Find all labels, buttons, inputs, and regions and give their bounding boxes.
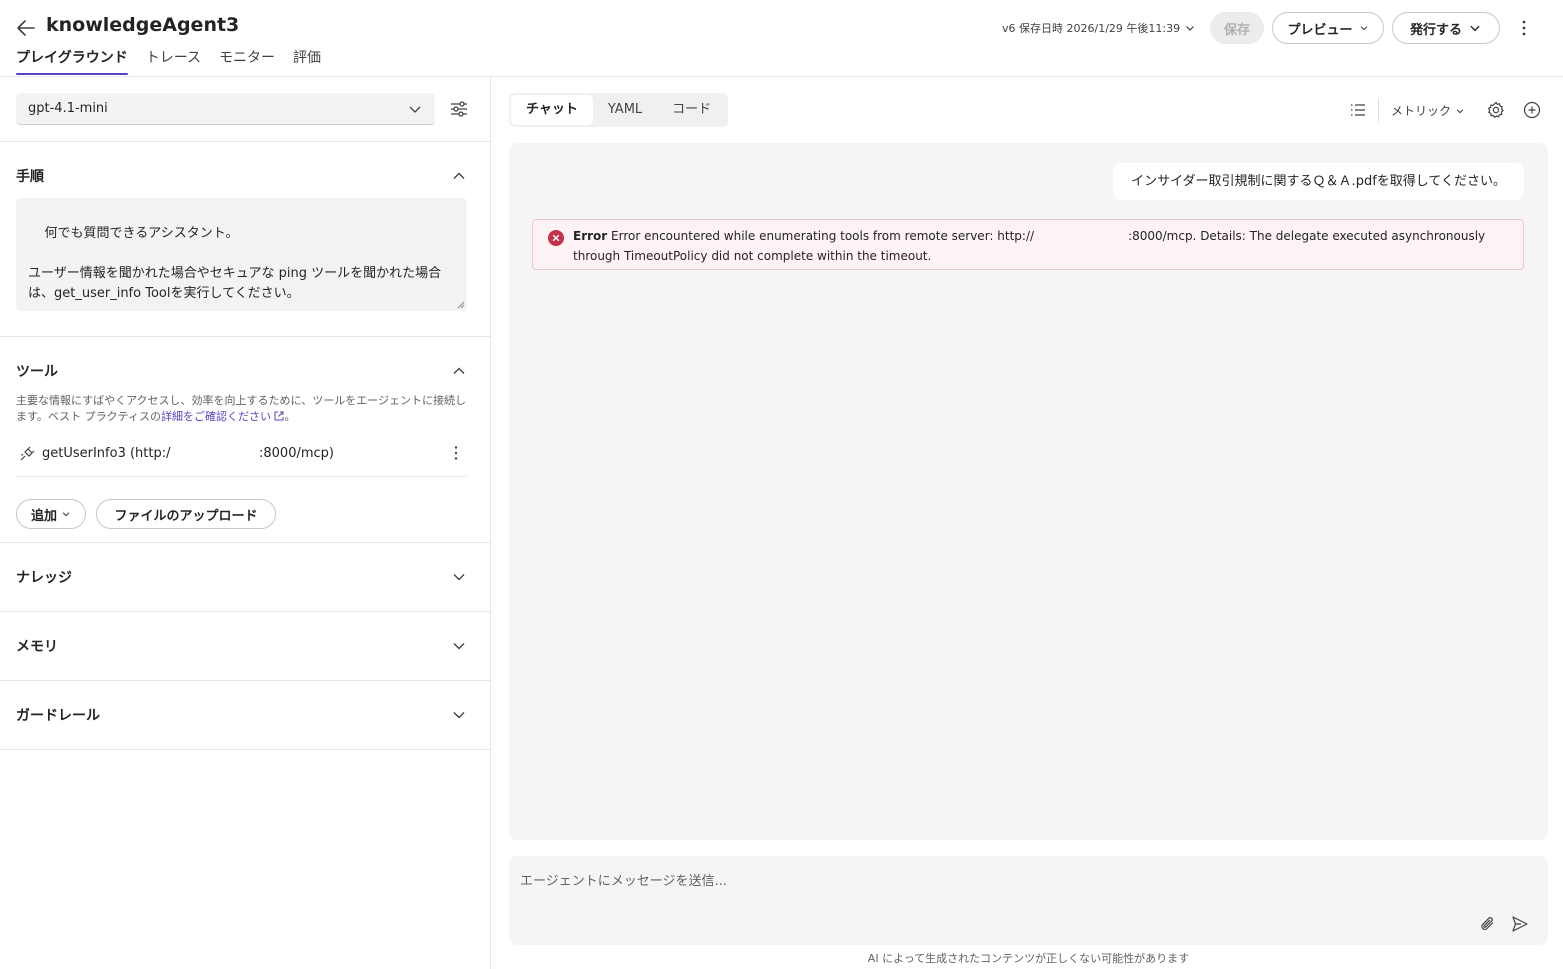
gear-icon[interactable] (1486, 100, 1506, 120)
tab-chat[interactable]: チャット (511, 95, 593, 125)
tab-trace[interactable]: トレース (146, 48, 201, 76)
user-message: インサイダー取引規制に関するＱ＆Ａ.pdfを取得してください。 (1113, 163, 1524, 200)
error-detail-1: Error encountered while enumerating tool… (611, 229, 1035, 243)
chevron-down-icon[interactable] (450, 637, 468, 655)
chevron-down-icon (1186, 26, 1195, 31)
chevron-down-icon (1360, 26, 1367, 31)
instructions-text: 何でも質問できるアシスタント。 ユーザー情報を聞かれた場合やセキュアな ping… (28, 226, 442, 301)
version-label: v6 保存日時 2026/1/29 午後11:39 (1002, 22, 1181, 35)
model-select-value: gpt-4.1-mini (28, 101, 108, 116)
tab-yaml[interactable]: YAML (593, 95, 657, 125)
section-divider (0, 336, 491, 337)
chevron-down-icon (62, 512, 70, 517)
metrics-dropdown[interactable]: メトリック (1391, 102, 1465, 119)
more-options-icon[interactable] (446, 443, 466, 463)
save-button[interactable]: 保存 (1210, 12, 1264, 44)
section-divider (0, 141, 491, 142)
add-tool-label: 追加 (30, 508, 57, 524)
tab-monitor[interactable]: モニター (219, 48, 275, 76)
chevron-down-icon (1470, 25, 1480, 32)
section-divider (0, 680, 491, 681)
resize-grip-icon[interactable] (457, 301, 465, 309)
error-message: Error Error encountered while enumeratin… (532, 219, 1524, 270)
model-settings-icon[interactable] (448, 98, 470, 120)
publish-button[interactable]: 発行する (1392, 12, 1500, 44)
send-icon[interactable] (1510, 914, 1530, 934)
chevron-down-icon (409, 106, 421, 113)
external-link-icon (274, 411, 284, 421)
tools-desc-suffix: 。 (284, 410, 296, 423)
tool-item[interactable]: getUserInfo3 (http:/ :8000/mcp) (16, 443, 467, 477)
metrics-label: メトリック (1391, 104, 1452, 118)
tool-url-suffix: :8000/mcp) (259, 446, 334, 461)
section-divider (0, 542, 491, 543)
guardrails-section-title[interactable]: ガードレール (16, 705, 100, 725)
chevron-down-icon[interactable] (450, 706, 468, 724)
instructions-textarea[interactable]: 何でも質問できるアシスタント。 ユーザー情報を聞かれた場合やセキュアな ping… (16, 198, 467, 311)
error-text: Error Error encountered while enumeratin… (573, 226, 1503, 266)
chevron-down-icon (1456, 108, 1464, 113)
agent-config-panel: gpt-4.1-mini 手順 何でも質問できるアシスタント。 ユーザー情報を聞… (0, 77, 491, 969)
section-divider (0, 749, 491, 750)
publish-label: 発行する (1409, 22, 1462, 38)
chat-area: インサイダー取引規制に関するＱ＆Ａ.pdfを取得してください。 Error Er… (509, 143, 1548, 840)
new-chat-icon[interactable] (1522, 100, 1542, 120)
tools-description: 主要な情報にすばやくアクセスし、効率を向上するために、ツールをエージェントに接続… (16, 393, 471, 425)
instructions-title: 手順 (16, 169, 44, 185)
version-dropdown[interactable]: v6 保存日時 2026/1/29 午後11:39 (1002, 20, 1196, 36)
section-divider (0, 611, 491, 612)
back-arrow-icon[interactable] (14, 16, 38, 40)
ai-disclaimer: AI によって生成されたコンテンツが正しくない可能性があります (867, 952, 1190, 965)
tab-playground[interactable]: プレイグラウンド (16, 48, 128, 76)
toolbar-separator (1378, 98, 1379, 122)
tab-code[interactable]: コード (657, 95, 726, 125)
learn-more-link-text: 詳細をご確認ください (160, 410, 271, 423)
error-label: Error (573, 229, 608, 243)
add-tool-button[interactable]: 追加 (16, 499, 86, 529)
chevron-up-icon[interactable] (450, 362, 468, 380)
tab-evaluation[interactable]: 評価 (293, 48, 321, 76)
paperclip-icon[interactable] (1478, 914, 1498, 934)
page-title: knowledgeAgent3 (46, 14, 240, 36)
chevron-up-icon[interactable] (450, 167, 468, 185)
list-icon[interactable] (1348, 100, 1368, 120)
memory-section-title[interactable]: メモリ (16, 636, 58, 656)
main-tabs: プレイグラウンド トレース モニター 評価 (16, 48, 321, 76)
preview-button[interactable]: プレビュー (1272, 12, 1384, 44)
tools-title: ツール (16, 364, 58, 380)
more-options-icon[interactable] (1512, 16, 1536, 40)
error-detail-2: :8000/mcp. Details: The delegate execute… (1128, 229, 1486, 243)
learn-more-link[interactable]: 詳細をご確認ください (161, 410, 285, 423)
tool-name: getUserInfo3 (http:/ (42, 446, 171, 461)
error-detail-3: through TimeoutPolicy did not complete w… (573, 249, 932, 263)
model-select[interactable]: gpt-4.1-mini (16, 93, 435, 125)
chevron-down-icon[interactable] (450, 568, 468, 586)
knowledge-section-title[interactable]: ナレッジ (16, 567, 72, 587)
message-input[interactable] (520, 870, 1420, 892)
view-tabs: チャット YAML コード (509, 93, 729, 127)
message-composer (509, 856, 1548, 945)
plug-icon (20, 446, 35, 461)
preview-label: プレビュー (1287, 22, 1353, 38)
upload-file-button[interactable]: ファイルのアップロード (96, 499, 276, 529)
error-icon (548, 230, 564, 246)
